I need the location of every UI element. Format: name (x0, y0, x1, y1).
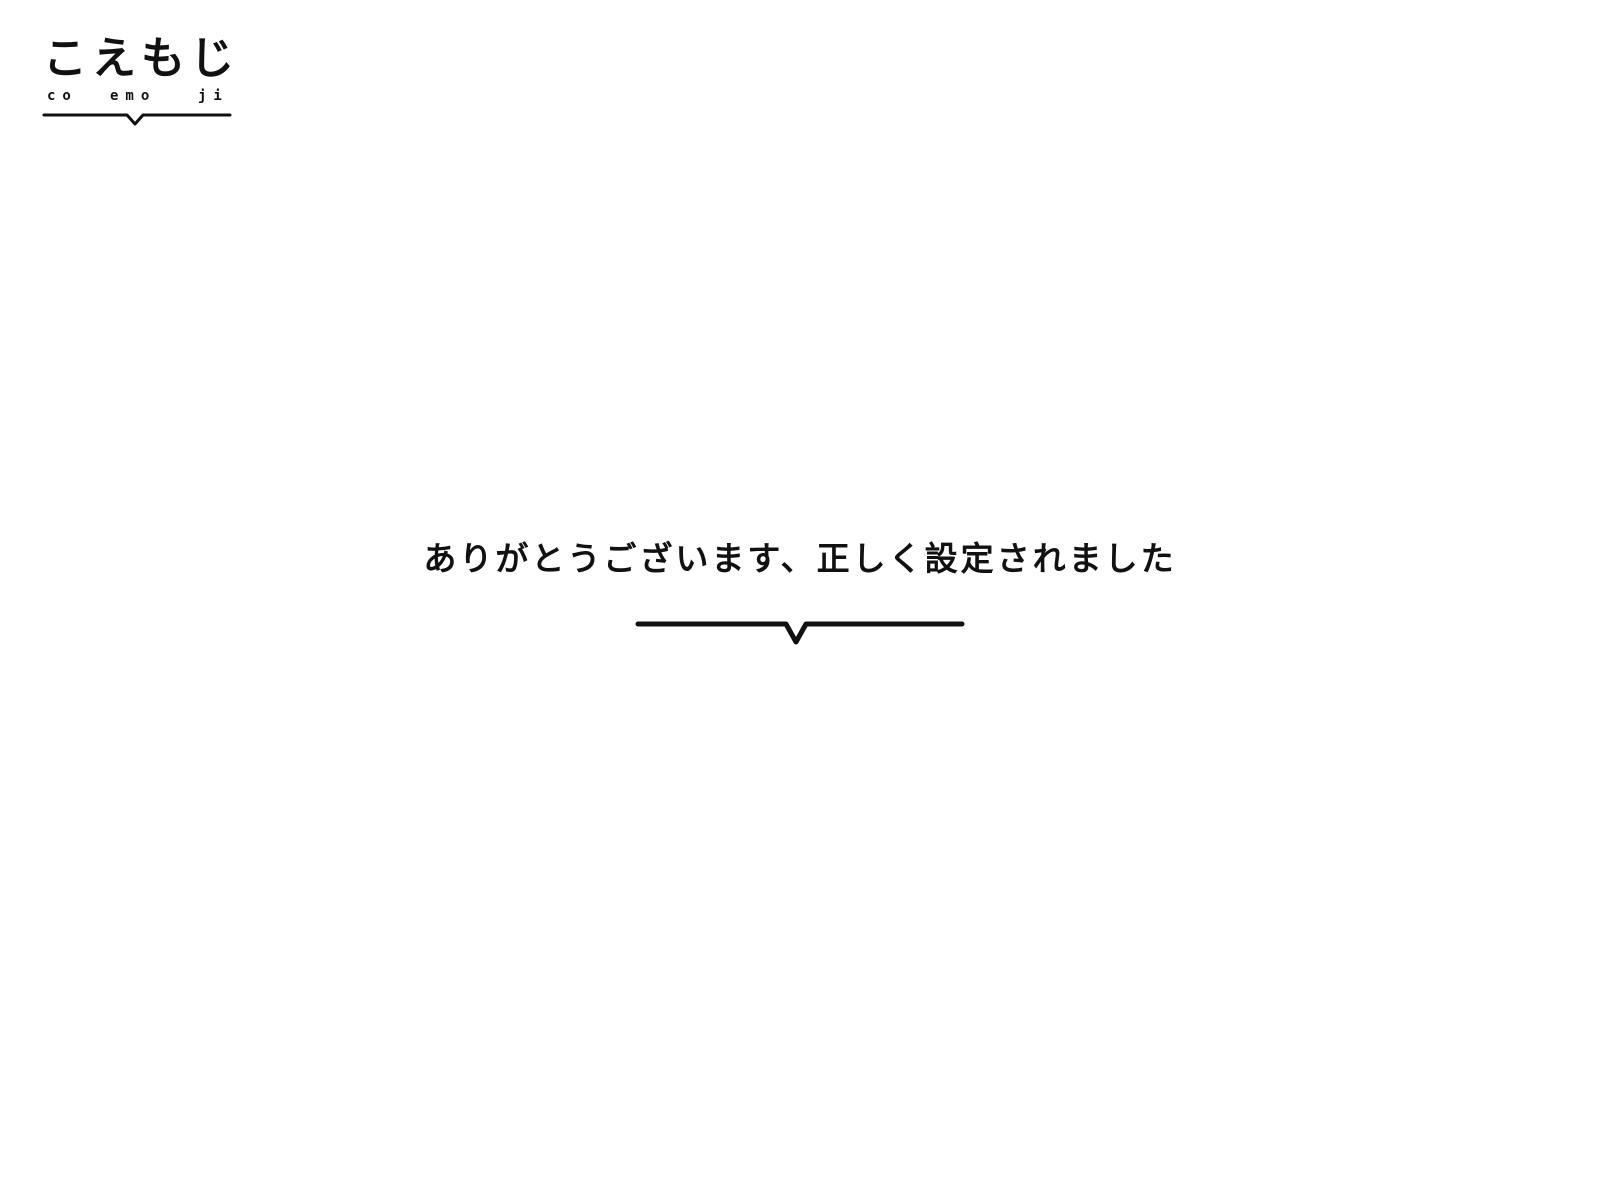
logo-subtitle-part-ji: ji (198, 88, 229, 104)
logo-subtitle-part-emo: emo (110, 88, 157, 104)
speech-bubble-line-icon (42, 113, 232, 126)
speech-bubble-divider-icon (635, 621, 965, 645)
logo-subtitle: co emo ji (40, 88, 230, 106)
logo[interactable]: こえもじ co emo ji (40, 30, 240, 130)
logo-title: こえもじ (43, 33, 239, 84)
confirmation-message: ありがとうございます、正しく設定されました (423, 539, 1177, 578)
logo-subtitle-part-co: co (47, 88, 78, 104)
